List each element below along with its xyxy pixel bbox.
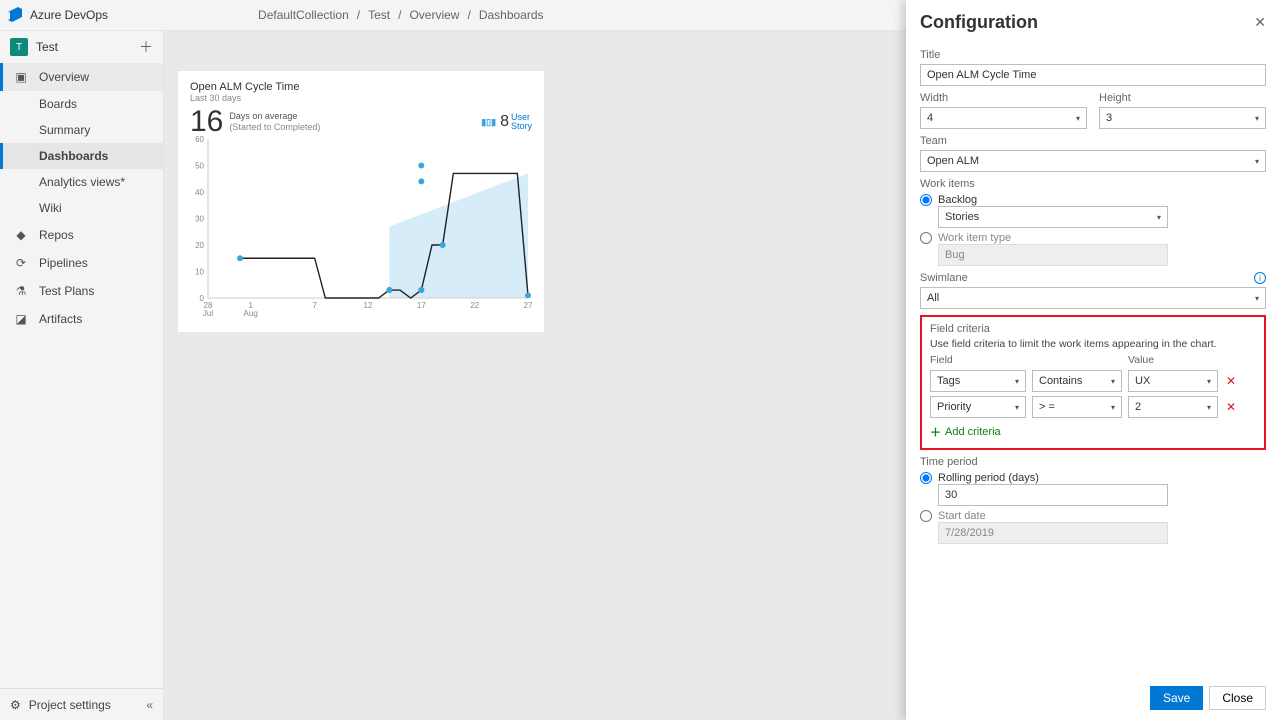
- widget-big-label: Days on average (Started to Completed): [229, 111, 320, 133]
- field-criteria-desc: Use field criteria to limit the work ite…: [930, 338, 1256, 350]
- svg-text:12: 12: [364, 301, 373, 310]
- swimlane-select[interactable]: All▾: [920, 287, 1266, 309]
- timeperiod-label: Time period: [920, 456, 1266, 468]
- plus-icon: ＋: [930, 424, 941, 440]
- save-button[interactable]: Save: [1150, 686, 1203, 710]
- svg-text:Jul: Jul: [203, 309, 213, 318]
- bars-icon: ▮▯▮: [481, 117, 496, 128]
- crumb-3[interactable]: Dashboards: [479, 8, 544, 22]
- sidebar-item-artifacts[interactable]: ◪Artifacts: [0, 305, 163, 333]
- criteria-op-select[interactable]: Contains▾: [1032, 370, 1122, 392]
- crumb-1[interactable]: Test: [368, 8, 390, 22]
- project-badge: T: [10, 38, 28, 56]
- gear-icon: ⚙: [10, 698, 21, 712]
- widget-legend: ▮▯▮ 8 User Story: [481, 113, 532, 131]
- widget-big-number: 16: [190, 105, 223, 139]
- svg-text:27: 27: [524, 301, 532, 310]
- sidebar-sub-summary[interactable]: Summary: [0, 117, 163, 143]
- testplans-icon: ⚗: [13, 284, 29, 298]
- field-criteria-box: Field criteria Use field criteria to lim…: [920, 315, 1266, 450]
- team-select[interactable]: Open ALM▾: [920, 150, 1266, 172]
- breadcrumb: DefaultCollection/ Test/ Overview/ Dashb…: [258, 8, 544, 22]
- sidebar-item-overview[interactable]: ▣ Overview: [0, 63, 163, 91]
- collapse-icon[interactable]: «: [146, 698, 153, 712]
- artifacts-icon: ◪: [13, 312, 29, 326]
- svg-text:60: 60: [195, 135, 204, 144]
- criteria-value-select[interactable]: UX▾: [1128, 370, 1218, 392]
- svg-text:10: 10: [195, 268, 204, 277]
- project-name: Test: [36, 40, 58, 54]
- svg-text:20: 20: [195, 241, 204, 250]
- config-panel: Configuration ✕ Title Width 4▾ Height 3▾…: [906, 0, 1280, 720]
- rolling-input[interactable]: [938, 484, 1168, 506]
- wit-radio[interactable]: Work item type: [920, 232, 1266, 244]
- svg-text:Aug: Aug: [244, 309, 258, 318]
- criteria-delete-icon[interactable]: ✕: [1224, 374, 1238, 388]
- startdate-radio[interactable]: Start date: [920, 510, 1266, 522]
- chevron-down-icon: ▾: [1255, 114, 1259, 123]
- sidebar-sub-wiki[interactable]: Wiki: [0, 195, 163, 221]
- svg-text:30: 30: [195, 215, 204, 224]
- criteria-row: Priority▾ > =▾ 2▾ ✕: [930, 396, 1256, 418]
- field-criteria-label: Field criteria: [930, 323, 1256, 335]
- criteria-row: Tags▾ Contains▾ UX▾ ✕: [930, 370, 1256, 392]
- swimlane-label: Swimlane i: [920, 272, 1266, 284]
- height-label: Height: [1099, 92, 1266, 104]
- repos-icon: ◆: [13, 228, 29, 242]
- sidebar-item-testplans[interactable]: ⚗Test Plans: [0, 277, 163, 305]
- backlog-radio[interactable]: Backlog: [920, 194, 1266, 206]
- brand[interactable]: Azure DevOps: [30, 8, 148, 22]
- crumb-0[interactable]: DefaultCollection: [258, 8, 349, 22]
- startdate-input: 7/28/2019: [938, 522, 1168, 544]
- close-button[interactable]: Close: [1209, 686, 1266, 710]
- width-label: Width: [920, 92, 1087, 104]
- chevron-down-icon: ▾: [1157, 213, 1161, 222]
- pipelines-icon: ⟳: [13, 256, 29, 270]
- sidebar-sub-dashboards[interactable]: Dashboards: [0, 143, 163, 169]
- svg-text:40: 40: [195, 188, 204, 197]
- panel-title: Configuration: [920, 12, 1038, 33]
- chevron-down-icon: ▾: [1076, 114, 1080, 123]
- devops-logo-icon: [0, 0, 30, 30]
- title-label: Title: [920, 49, 1266, 61]
- project-settings-link[interactable]: ⚙ Project settings «: [0, 688, 163, 720]
- crumb-2[interactable]: Overview: [409, 8, 459, 22]
- backlog-select[interactable]: Stories▾: [938, 206, 1168, 228]
- chevron-down-icon: ▾: [1255, 294, 1259, 303]
- add-criteria-button[interactable]: ＋ Add criteria: [930, 424, 1256, 440]
- sidebar: T Test ＋ ▣ Overview Boards Summary Dashb…: [0, 31, 164, 720]
- wit-select: Bug: [938, 244, 1168, 266]
- chevron-down-icon: ▾: [1255, 157, 1259, 166]
- close-icon[interactable]: ✕: [1254, 14, 1266, 31]
- cycle-time-widget[interactable]: Open ALM Cycle Time Last 30 days 16 Days…: [178, 71, 544, 332]
- height-select[interactable]: 3▾: [1099, 107, 1266, 129]
- team-label: Team: [920, 135, 1266, 147]
- criteria-field-select[interactable]: Priority▾: [930, 396, 1026, 418]
- sidebar-item-repos[interactable]: ◆Repos: [0, 221, 163, 249]
- title-input[interactable]: [920, 64, 1266, 86]
- workitems-label: Work items: [920, 178, 1266, 190]
- svg-text:50: 50: [195, 162, 204, 171]
- criteria-delete-icon[interactable]: ✕: [1224, 400, 1238, 414]
- widget-title: Open ALM Cycle Time: [190, 81, 532, 93]
- criteria-value-select[interactable]: 2▾: [1128, 396, 1218, 418]
- info-icon[interactable]: i: [1254, 272, 1266, 284]
- overview-icon: ▣: [13, 70, 29, 84]
- sidebar-sub-analytics[interactable]: Analytics views*: [0, 169, 163, 195]
- criteria-field-select[interactable]: Tags▾: [930, 370, 1026, 392]
- criteria-op-select[interactable]: > =▾: [1032, 396, 1122, 418]
- rolling-radio[interactable]: Rolling period (days): [920, 472, 1266, 484]
- sidebar-item-pipelines[interactable]: ⟳Pipelines: [0, 249, 163, 277]
- svg-text:7: 7: [312, 301, 317, 310]
- cycle-time-chart: 010203040506028Jul1Aug712172227: [190, 135, 532, 322]
- widget-subtitle: Last 30 days: [190, 93, 532, 103]
- svg-text:17: 17: [417, 301, 426, 310]
- sidebar-sub-boards[interactable]: Boards: [0, 91, 163, 117]
- svg-text:22: 22: [470, 301, 479, 310]
- add-icon[interactable]: ＋: [139, 37, 153, 57]
- project-header[interactable]: T Test ＋: [0, 31, 163, 63]
- width-select[interactable]: 4▾: [920, 107, 1087, 129]
